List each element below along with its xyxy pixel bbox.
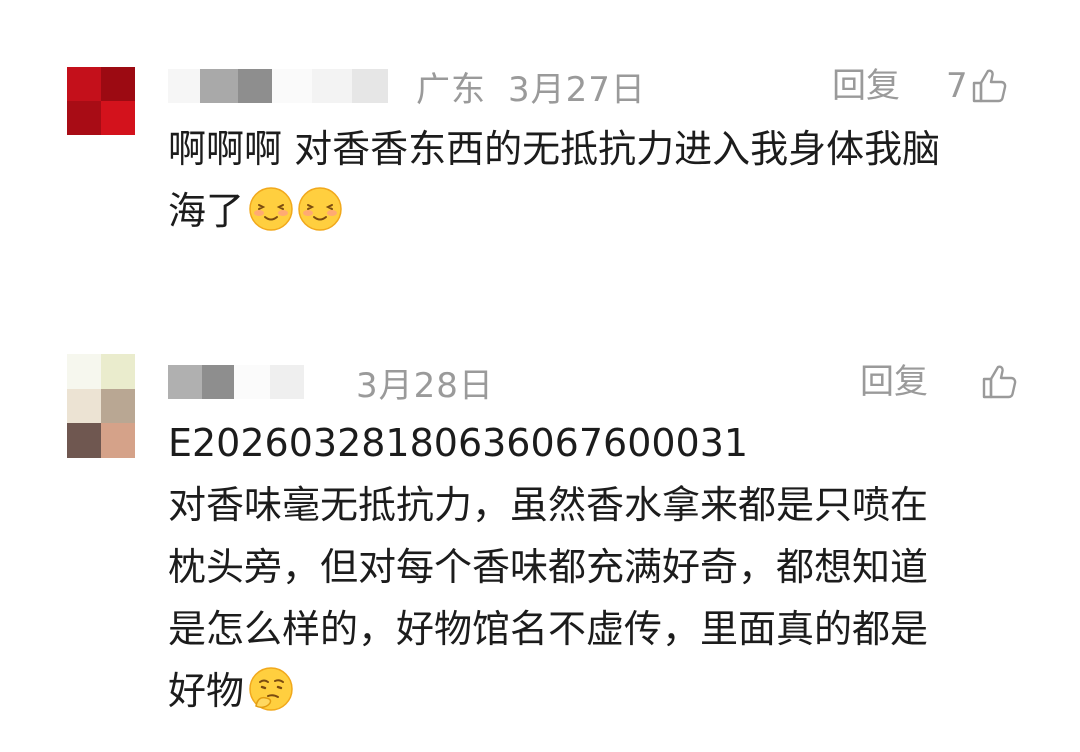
shy-smile-emoji bbox=[249, 187, 293, 231]
avatar[interactable] bbox=[67, 67, 135, 135]
thinking-emoji bbox=[249, 667, 293, 711]
comment-text: E2026032818063606760​0031 对香味毫无抵抗力，虽然香水拿… bbox=[168, 412, 928, 722]
comment-line: 好物 bbox=[168, 660, 928, 722]
thumbs-up-icon bbox=[982, 365, 1017, 399]
reply-button[interactable]: 回复 bbox=[860, 360, 928, 404]
avatar[interactable] bbox=[67, 354, 135, 458]
comment-text: 啊啊啊 对香香东西的无抵抗力进入我身体我脑 海了 bbox=[168, 118, 940, 242]
like-button[interactable]: 7 bbox=[946, 64, 1010, 108]
thumbs-up-icon bbox=[972, 69, 1006, 103]
like-button[interactable] bbox=[980, 360, 1020, 404]
comment-line: 是怎么样的，好物馆名不虚传，里面真的都是 bbox=[168, 607, 929, 651]
comment-line: 海了 bbox=[168, 180, 940, 242]
reply-button[interactable]: 回复 bbox=[832, 64, 900, 108]
comment-meta: 广东 3月27日 bbox=[168, 64, 646, 110]
comment-meta: 3月28日 bbox=[168, 360, 494, 406]
like-count: 7 bbox=[946, 66, 968, 106]
comment-line: 枕头旁，但对每个香味都充满好奇，都想知道 bbox=[168, 545, 929, 589]
username-blurred[interactable] bbox=[168, 365, 304, 399]
comment-line: 啊啊啊 对香香东西的无抵抗力进入我身体我脑 bbox=[168, 127, 941, 171]
comment-date: 3月28日 bbox=[356, 365, 494, 406]
comment-date: 3月27日 bbox=[508, 69, 646, 110]
comment-line: 对香味毫无抵抗力，虽然香水拿来都是只喷在 bbox=[168, 483, 929, 527]
shy-smile-emoji bbox=[298, 187, 342, 231]
comment-location: 广东 bbox=[416, 69, 486, 110]
comment-line: E2026032818063606760​0031 bbox=[168, 421, 749, 465]
username-blurred[interactable] bbox=[168, 69, 388, 103]
